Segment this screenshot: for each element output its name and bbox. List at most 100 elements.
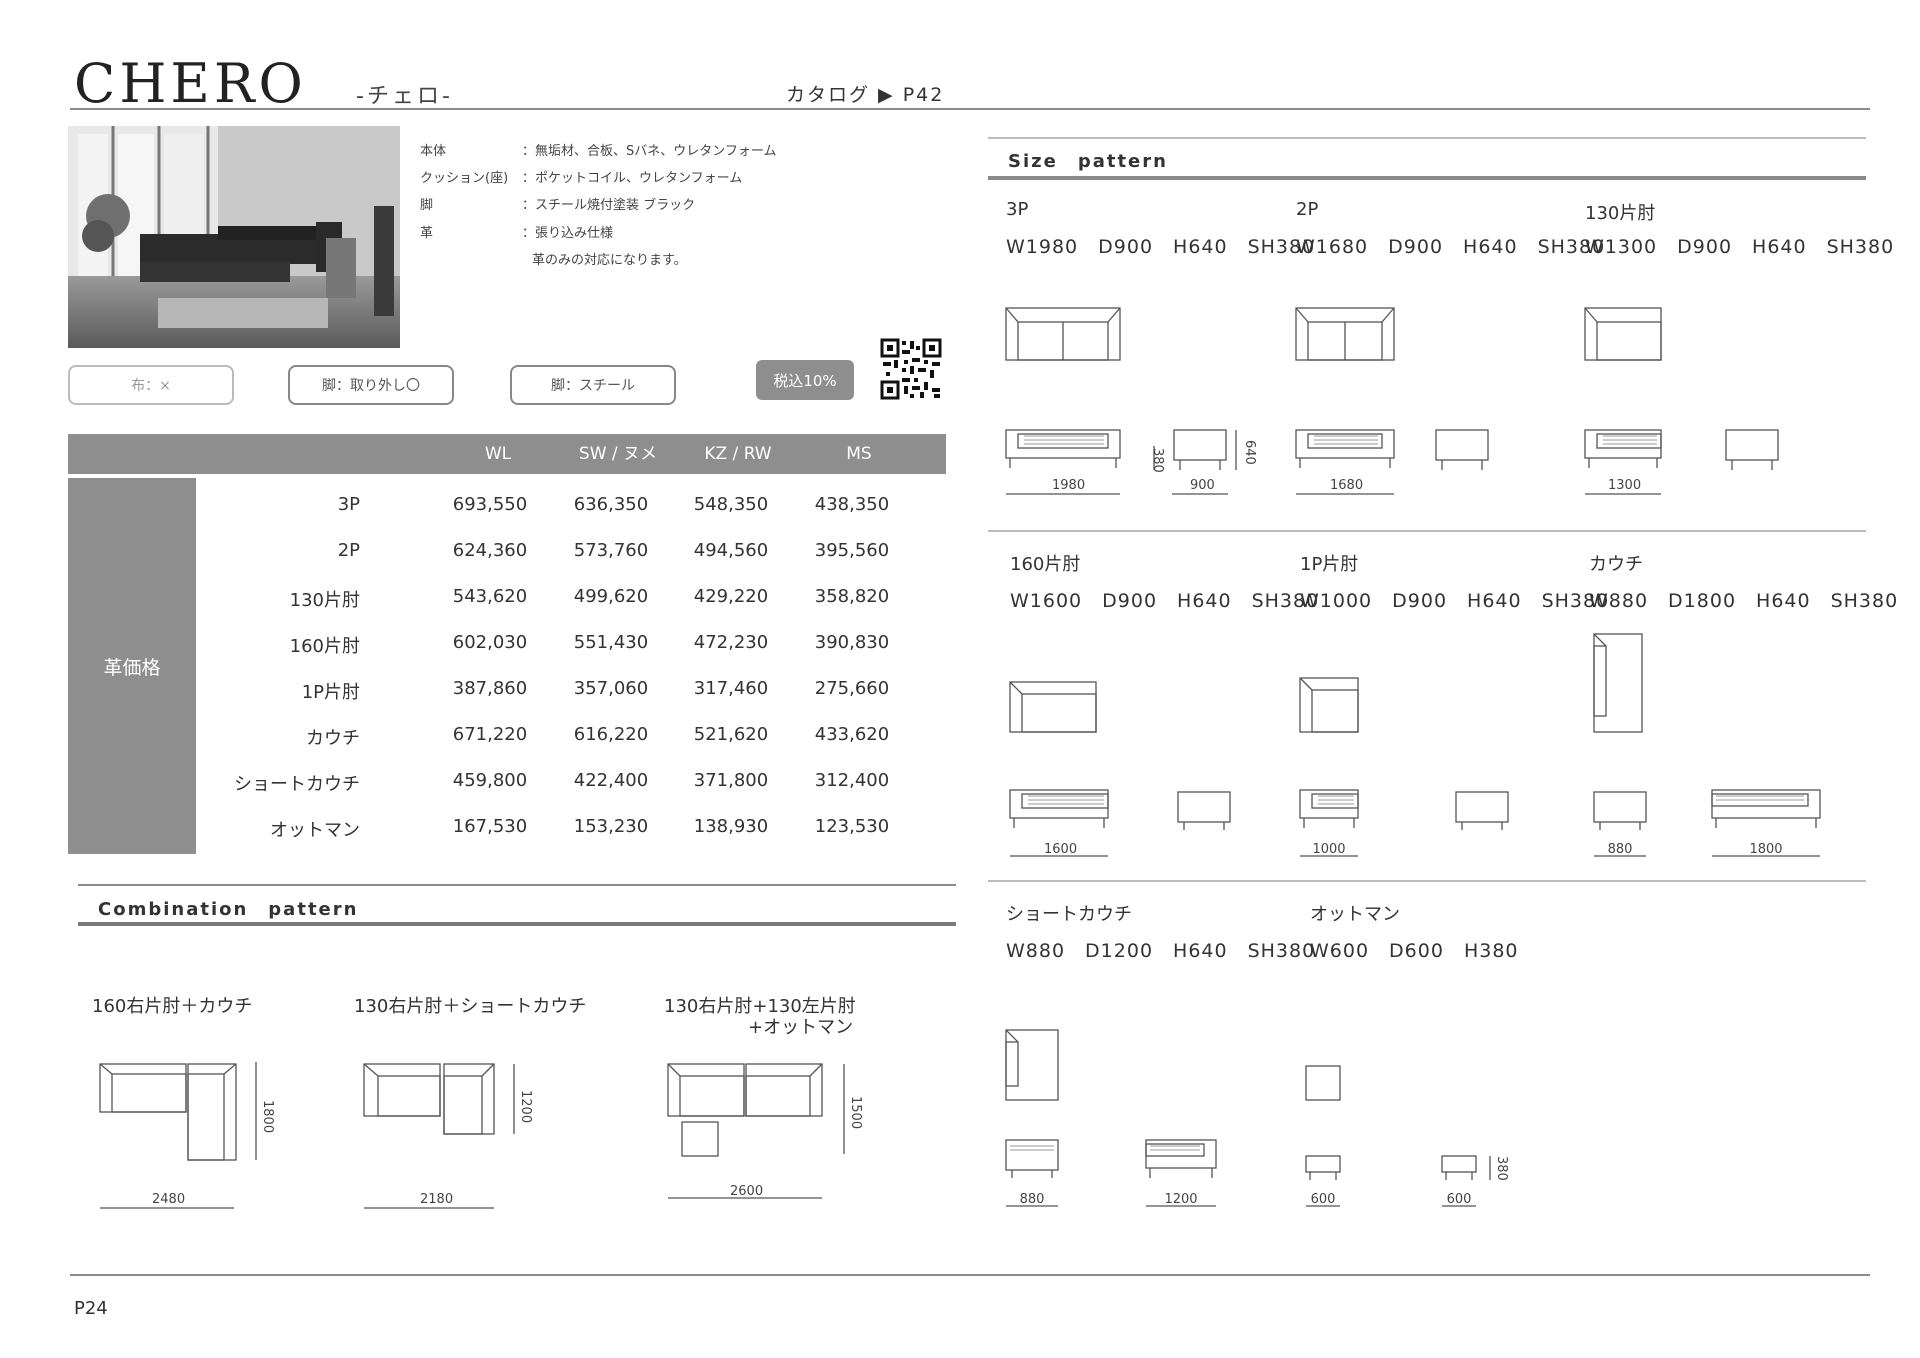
price-cell: 671,220 — [452, 724, 528, 745]
column-header-sw: SW / ヌメ — [578, 444, 658, 464]
price-cell: 167,530 — [452, 816, 528, 837]
size-front-1p: 1000 — [1312, 842, 1346, 857]
size-bottom-rule — [988, 176, 1866, 180]
row-label: 3P — [337, 494, 360, 515]
price-cell: 275,660 — [814, 678, 890, 699]
size-height-3p: 640 — [1242, 440, 1257, 465]
price-cell: 602,030 — [452, 632, 528, 653]
size-dims-ottoman: W600 D600 H380 — [1310, 940, 1519, 962]
price-cell: 138,930 — [693, 816, 769, 837]
size-front-short-couch: 880 — [1019, 1192, 1045, 1207]
spec-key-leather: 革 — [420, 226, 434, 241]
size-dims-130: W1300 D900 H640 SH380 — [1585, 236, 1895, 258]
combination-label-1: 160右片肘＋カウチ — [92, 996, 253, 1017]
row-label: 130片肘 — [289, 590, 360, 611]
price-cell: 153,230 — [573, 816, 649, 837]
page-number: P24 — [74, 1298, 108, 1319]
size-row-divider-2 — [988, 880, 1866, 882]
price-cell: 548,350 — [693, 494, 769, 515]
combination-width-3: 2600 — [730, 1184, 764, 1199]
price-cell: 438,350 — [814, 494, 890, 515]
size-side-couch: 1800 — [1749, 842, 1783, 857]
spec-value-body: ：無垢材、合板、Sバネ、ウレタンフォーム — [522, 144, 777, 159]
size-dims-160: W1600 D900 H640 SH380 — [1010, 590, 1320, 612]
size-dims-1p: W1000 D900 H640 SH380 — [1300, 590, 1610, 612]
price-cell: 499,620 — [573, 586, 649, 607]
size-row-divider-1 — [988, 530, 1866, 532]
size-front-3p: 1980 — [1052, 478, 1086, 493]
size-label-1p: 1P片肘 — [1300, 554, 1359, 575]
combination-title: Combination pattern — [98, 899, 359, 920]
header-divider — [70, 108, 1870, 110]
price-cell: 123,530 — [814, 816, 890, 837]
combination-label-2: 130右片肘＋ショートカウチ — [354, 996, 587, 1017]
price-cell: 429,220 — [693, 586, 769, 607]
product-kana: -チェロ- — [356, 84, 453, 109]
spec-key-leg: 脚 — [420, 198, 434, 213]
combination-depth-3: 1500 — [848, 1096, 863, 1130]
price-table-header: WL SW / ヌメ KZ / RW MS — [68, 434, 946, 474]
product-photo — [68, 126, 400, 348]
spec-key-body: 本体 — [420, 144, 447, 159]
size-top-rule — [988, 137, 1866, 139]
row-label: ショートカウチ — [234, 774, 360, 795]
price-cell: 312,400 — [814, 770, 890, 791]
price-cell: 387,860 — [452, 678, 528, 699]
size-label-130: 130片肘 — [1585, 203, 1656, 224]
size-label-short-couch: ショートカウチ — [1006, 904, 1132, 925]
catalog-reference: カタログ ▶ P42 — [786, 84, 945, 106]
price-cell: 395,560 — [814, 540, 890, 561]
price-cell: 472,230 — [693, 632, 769, 653]
size-front-130: 1300 — [1608, 478, 1642, 493]
spec-value-leg: ：スチール焼付塗装 ブラック — [522, 198, 696, 213]
column-header-kz: KZ / RW — [704, 444, 772, 464]
price-cell: 317,460 — [693, 678, 769, 699]
row-label: カウチ — [306, 728, 360, 749]
product-title: CHERO — [74, 52, 307, 115]
price-cell: 636,350 — [573, 494, 649, 515]
qr-code-icon[interactable] — [880, 338, 942, 400]
price-cell: 494,560 — [693, 540, 769, 561]
footer-divider — [70, 1274, 1870, 1276]
combination-width-1: 2480 — [152, 1192, 186, 1207]
size-dims-short-couch: W880 D1200 H640 SH380 — [1006, 940, 1316, 962]
row-label: オットマン — [270, 820, 360, 841]
size-label-3p: 3P — [1006, 199, 1029, 220]
size-height-ottoman: 380 — [1494, 1156, 1509, 1181]
price-cell: 433,620 — [814, 724, 890, 745]
combination-top-rule — [78, 884, 956, 886]
size-side-ottoman: 600 — [1446, 1192, 1472, 1207]
price-cell: 624,360 — [452, 540, 528, 561]
row-label: 160片肘 — [289, 636, 360, 657]
badge-leg-removable: 脚：取り外し〇 — [288, 365, 454, 405]
price-cell: 543,620 — [452, 586, 528, 607]
combination-label-3b: +オットマン — [748, 1017, 854, 1038]
size-dims-couch: W880 D1800 H640 SH380 — [1589, 590, 1899, 612]
badge-tax: 税込10% — [756, 360, 854, 400]
price-side-label: 革価格 — [68, 478, 196, 854]
combination-width-2: 2180 — [420, 1192, 454, 1207]
size-dims-2p: W1680 D900 H640 SH380 — [1296, 236, 1606, 258]
size-front-2p: 1680 — [1330, 478, 1364, 493]
spec-key-cushion: クッション(座) — [420, 171, 509, 186]
size-seat-height-3p: 380 — [1150, 448, 1165, 473]
spec-value-leather: ：張り込み仕様 — [522, 226, 614, 241]
size-label-ottoman: オットマン — [1310, 904, 1400, 925]
badge-leg-material: 脚：スチール — [510, 365, 676, 405]
price-cell: 358,820 — [814, 586, 890, 607]
price-cell: 693,550 — [452, 494, 528, 515]
price-cell: 573,760 — [573, 540, 649, 561]
price-cell: 551,430 — [573, 632, 649, 653]
size-front-160: 1600 — [1044, 842, 1078, 857]
price-cell: 616,220 — [573, 724, 649, 745]
price-cell: 521,620 — [693, 724, 769, 745]
size-dims-3p: W1980 D900 H640 SH380 — [1006, 236, 1316, 258]
size-drawings — [1005, 307, 1821, 1207]
size-label-2p: 2P — [1296, 199, 1319, 220]
size-side-short-couch: 1200 — [1164, 1192, 1198, 1207]
size-side-3p: 900 — [1190, 478, 1215, 493]
column-header-wl: WL — [484, 444, 512, 464]
row-label: 1P片肘 — [301, 682, 360, 703]
combination-bottom-rule — [78, 922, 956, 926]
price-cell: 390,830 — [814, 632, 890, 653]
